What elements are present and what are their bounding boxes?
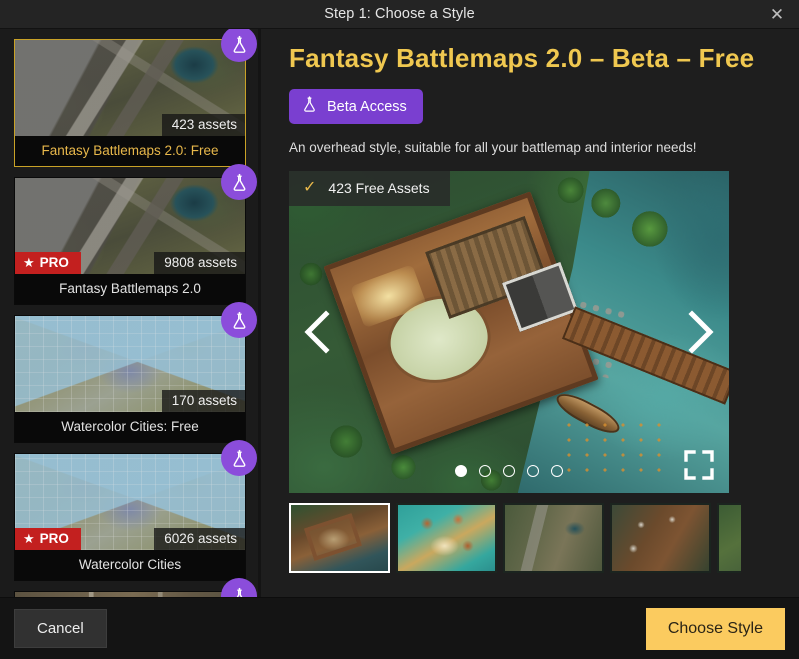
carousel-dots[interactable] — [455, 465, 563, 477]
style-list: 423 assets Fantasy Battlemaps 2.0: Free ★ P… — [14, 29, 257, 597]
carousel-prev-button[interactable] — [295, 302, 341, 362]
style-card-label: Fantasy Battlemaps 2.0: Free — [15, 136, 245, 166]
style-card-label: Fantasy Battlemaps 2.0 — [15, 274, 245, 304]
preview-thumbnail-artwork — [398, 505, 495, 571]
choose-style-button[interactable]: Choose Style — [645, 607, 785, 650]
pro-badge: ★ PRO — [15, 528, 81, 550]
style-description: An overhead style, suitable for all your… — [289, 140, 697, 155]
carousel-dot[interactable] — [551, 465, 563, 477]
asset-count-badge: 9808 assets — [154, 252, 245, 274]
style-card-label: Watercolor Cities: Free — [15, 412, 245, 442]
carousel-dot[interactable] — [527, 465, 539, 477]
style-card-thumbnail: ★ PRO 9808 assets — [15, 178, 245, 274]
beta-flask-icon[interactable] — [221, 164, 257, 200]
choose-style-dialog: Step 1: Choose a Style ✕ 423 assets Fanta… — [0, 0, 799, 659]
preview-thumbnail[interactable] — [503, 503, 604, 573]
carousel-next-button[interactable] — [677, 302, 723, 362]
style-card-thumbnail: ★ PRO 6026 assets — [15, 454, 245, 550]
preview-lily-pads — [566, 422, 672, 474]
preview-thumbnail-strip[interactable] — [289, 503, 741, 575]
style-card-thumbnail — [15, 592, 245, 597]
style-card[interactable]: ★ PRO 9808 assets Fantasy Battlemaps 2.0 — [14, 164, 257, 305]
style-list-sidebar[interactable]: 423 assets Fantasy Battlemaps 2.0: Free ★ P… — [0, 29, 258, 597]
beta-flask-icon[interactable] — [221, 29, 257, 62]
style-card[interactable]: ★ PRO 6026 assets Watercolor Cities — [14, 440, 257, 581]
preview-thumbnail-artwork — [719, 505, 741, 571]
check-icon: ✓ — [303, 179, 317, 196]
style-card-label: Watercolor Cities — [15, 550, 245, 580]
asset-count-badge: 170 assets — [161, 390, 245, 412]
cancel-button[interactable]: Cancel — [14, 609, 107, 648]
style-card[interactable]: 423 assets Fantasy Battlemaps 2.0: Free — [14, 29, 257, 167]
carousel-dot[interactable] — [479, 465, 491, 477]
beta-flask-icon[interactable] — [221, 440, 257, 476]
asset-count-badge: 423 assets — [161, 114, 245, 136]
star-icon: ★ — [23, 255, 35, 270]
free-assets-label: 423 Free Assets — [328, 180, 430, 196]
fullscreen-icon[interactable] — [683, 449, 715, 481]
dialog-footer: Cancel Choose Style — [0, 597, 799, 659]
style-card-artwork — [15, 592, 245, 597]
preview-carousel[interactable]: ✓ 423 Free Assets — [289, 171, 729, 493]
preview-thumbnail[interactable] — [610, 503, 711, 573]
dialog-title: Step 1: Choose a Style — [324, 6, 475, 22]
beta-access-label: Beta Access — [327, 98, 407, 115]
preview-image — [289, 171, 729, 493]
pro-badge: ★ PRO — [15, 252, 81, 274]
free-assets-badge: ✓ 423 Free Assets — [289, 171, 450, 206]
beta-flask-icon[interactable] — [221, 302, 257, 338]
style-detail-panel: Fantasy Battlemaps 2.0 – Beta – Free Bet… — [261, 29, 799, 597]
chevron-right-icon — [688, 310, 714, 354]
close-icon[interactable]: ✕ — [755, 0, 799, 29]
style-card-thumbnail: 423 assets — [15, 40, 245, 136]
carousel-dot[interactable] — [455, 465, 467, 477]
star-icon: ★ — [23, 531, 35, 546]
preview-thumbnail-artwork — [612, 505, 709, 571]
pro-badge-label: PRO — [39, 531, 69, 546]
pro-badge-label: PRO — [39, 255, 69, 270]
preview-thumbnail[interactable] — [289, 503, 390, 573]
preview-thumbnail-artwork — [291, 505, 388, 571]
flask-icon — [301, 96, 318, 117]
preview-thumbnail-artwork — [505, 505, 602, 571]
style-card[interactable] — [14, 578, 257, 597]
style-card-thumbnail: 170 assets — [15, 316, 245, 412]
beta-access-badge[interactable]: Beta Access — [289, 89, 423, 124]
preview-thumbnail[interactable] — [717, 503, 741, 573]
chevron-left-icon — [304, 310, 330, 354]
dialog-titlebar: Step 1: Choose a Style ✕ — [0, 0, 799, 29]
style-card[interactable]: 170 assets Watercolor Cities: Free — [14, 302, 257, 443]
page-title: Fantasy Battlemaps 2.0 – Beta – Free — [289, 43, 755, 73]
preview-thumbnail[interactable] — [396, 503, 497, 573]
carousel-dot[interactable] — [503, 465, 515, 477]
dialog-body: 423 assets Fantasy Battlemaps 2.0: Free ★ P… — [0, 29, 799, 597]
asset-count-badge: 6026 assets — [154, 528, 245, 550]
